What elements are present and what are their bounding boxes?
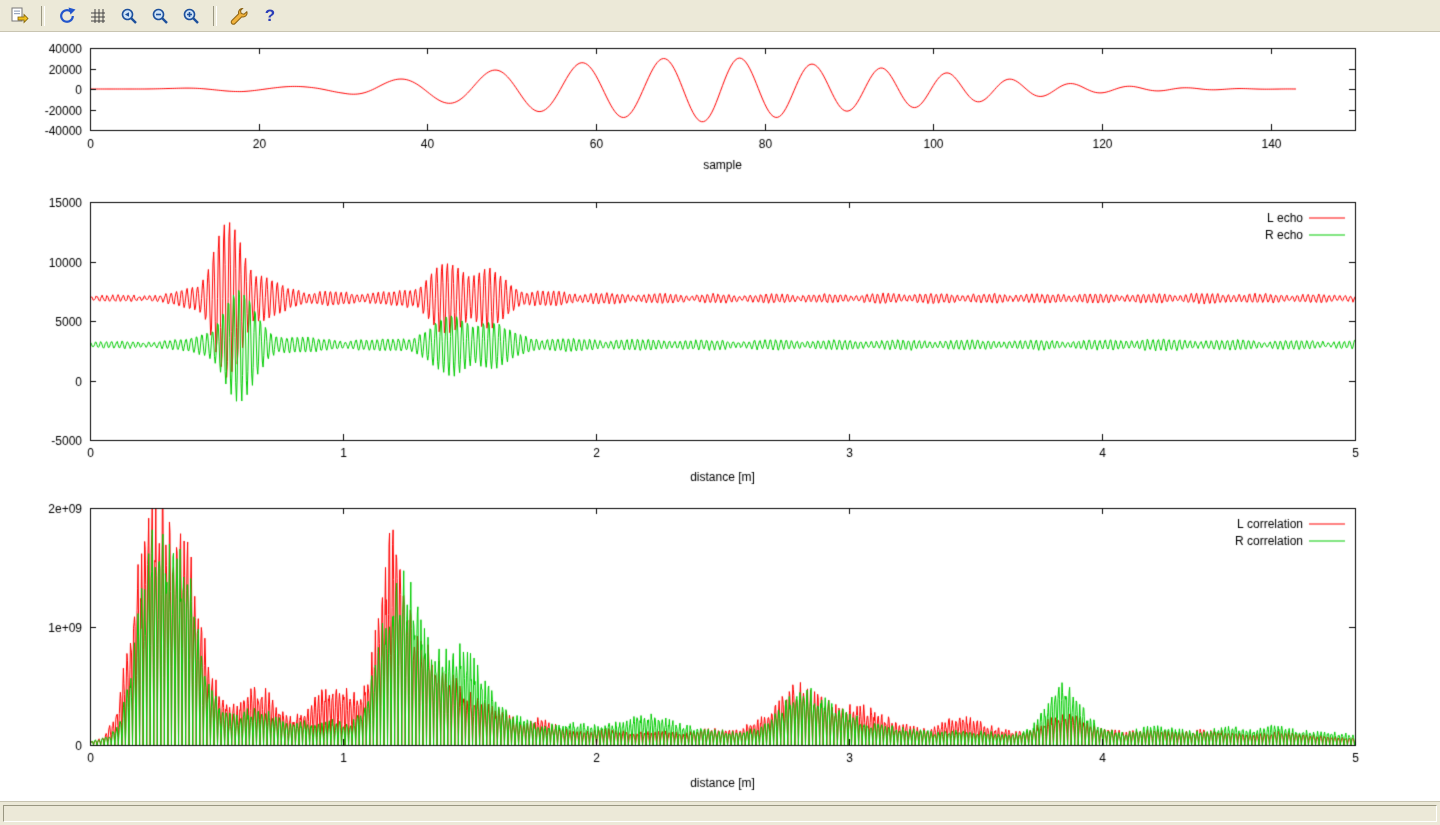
toggle-grid-button[interactable] — [85, 3, 111, 29]
echo-chart[interactable] — [0, 194, 1440, 494]
status-bar — [0, 801, 1440, 825]
help-icon: ? — [265, 7, 275, 24]
replot-button[interactable] — [54, 3, 80, 29]
zoom-previous-icon — [119, 6, 139, 26]
refresh-icon — [57, 6, 77, 26]
zoom-in-icon — [181, 6, 201, 26]
help-button[interactable]: ? — [257, 3, 283, 29]
signal-chart[interactable] — [0, 36, 1440, 194]
toolbar-separator — [213, 6, 217, 26]
zoom-previous-button[interactable] — [116, 3, 142, 29]
zoom-in-button[interactable] — [178, 3, 204, 29]
zoom-out-button[interactable] — [147, 3, 173, 29]
wrench-icon — [229, 6, 249, 26]
zoom-out-icon — [150, 6, 170, 26]
gnuplot-window: ? — [0, 0, 1440, 825]
export-icon — [9, 6, 29, 26]
status-text — [3, 805, 1437, 822]
config-button[interactable] — [226, 3, 252, 29]
grid-icon — [88, 6, 108, 26]
toolbar: ? — [0, 0, 1440, 32]
toolbar-separator — [41, 6, 45, 26]
export-button[interactable] — [6, 3, 32, 29]
correlation-chart[interactable] — [0, 494, 1440, 800]
plot-area — [0, 32, 1440, 801]
